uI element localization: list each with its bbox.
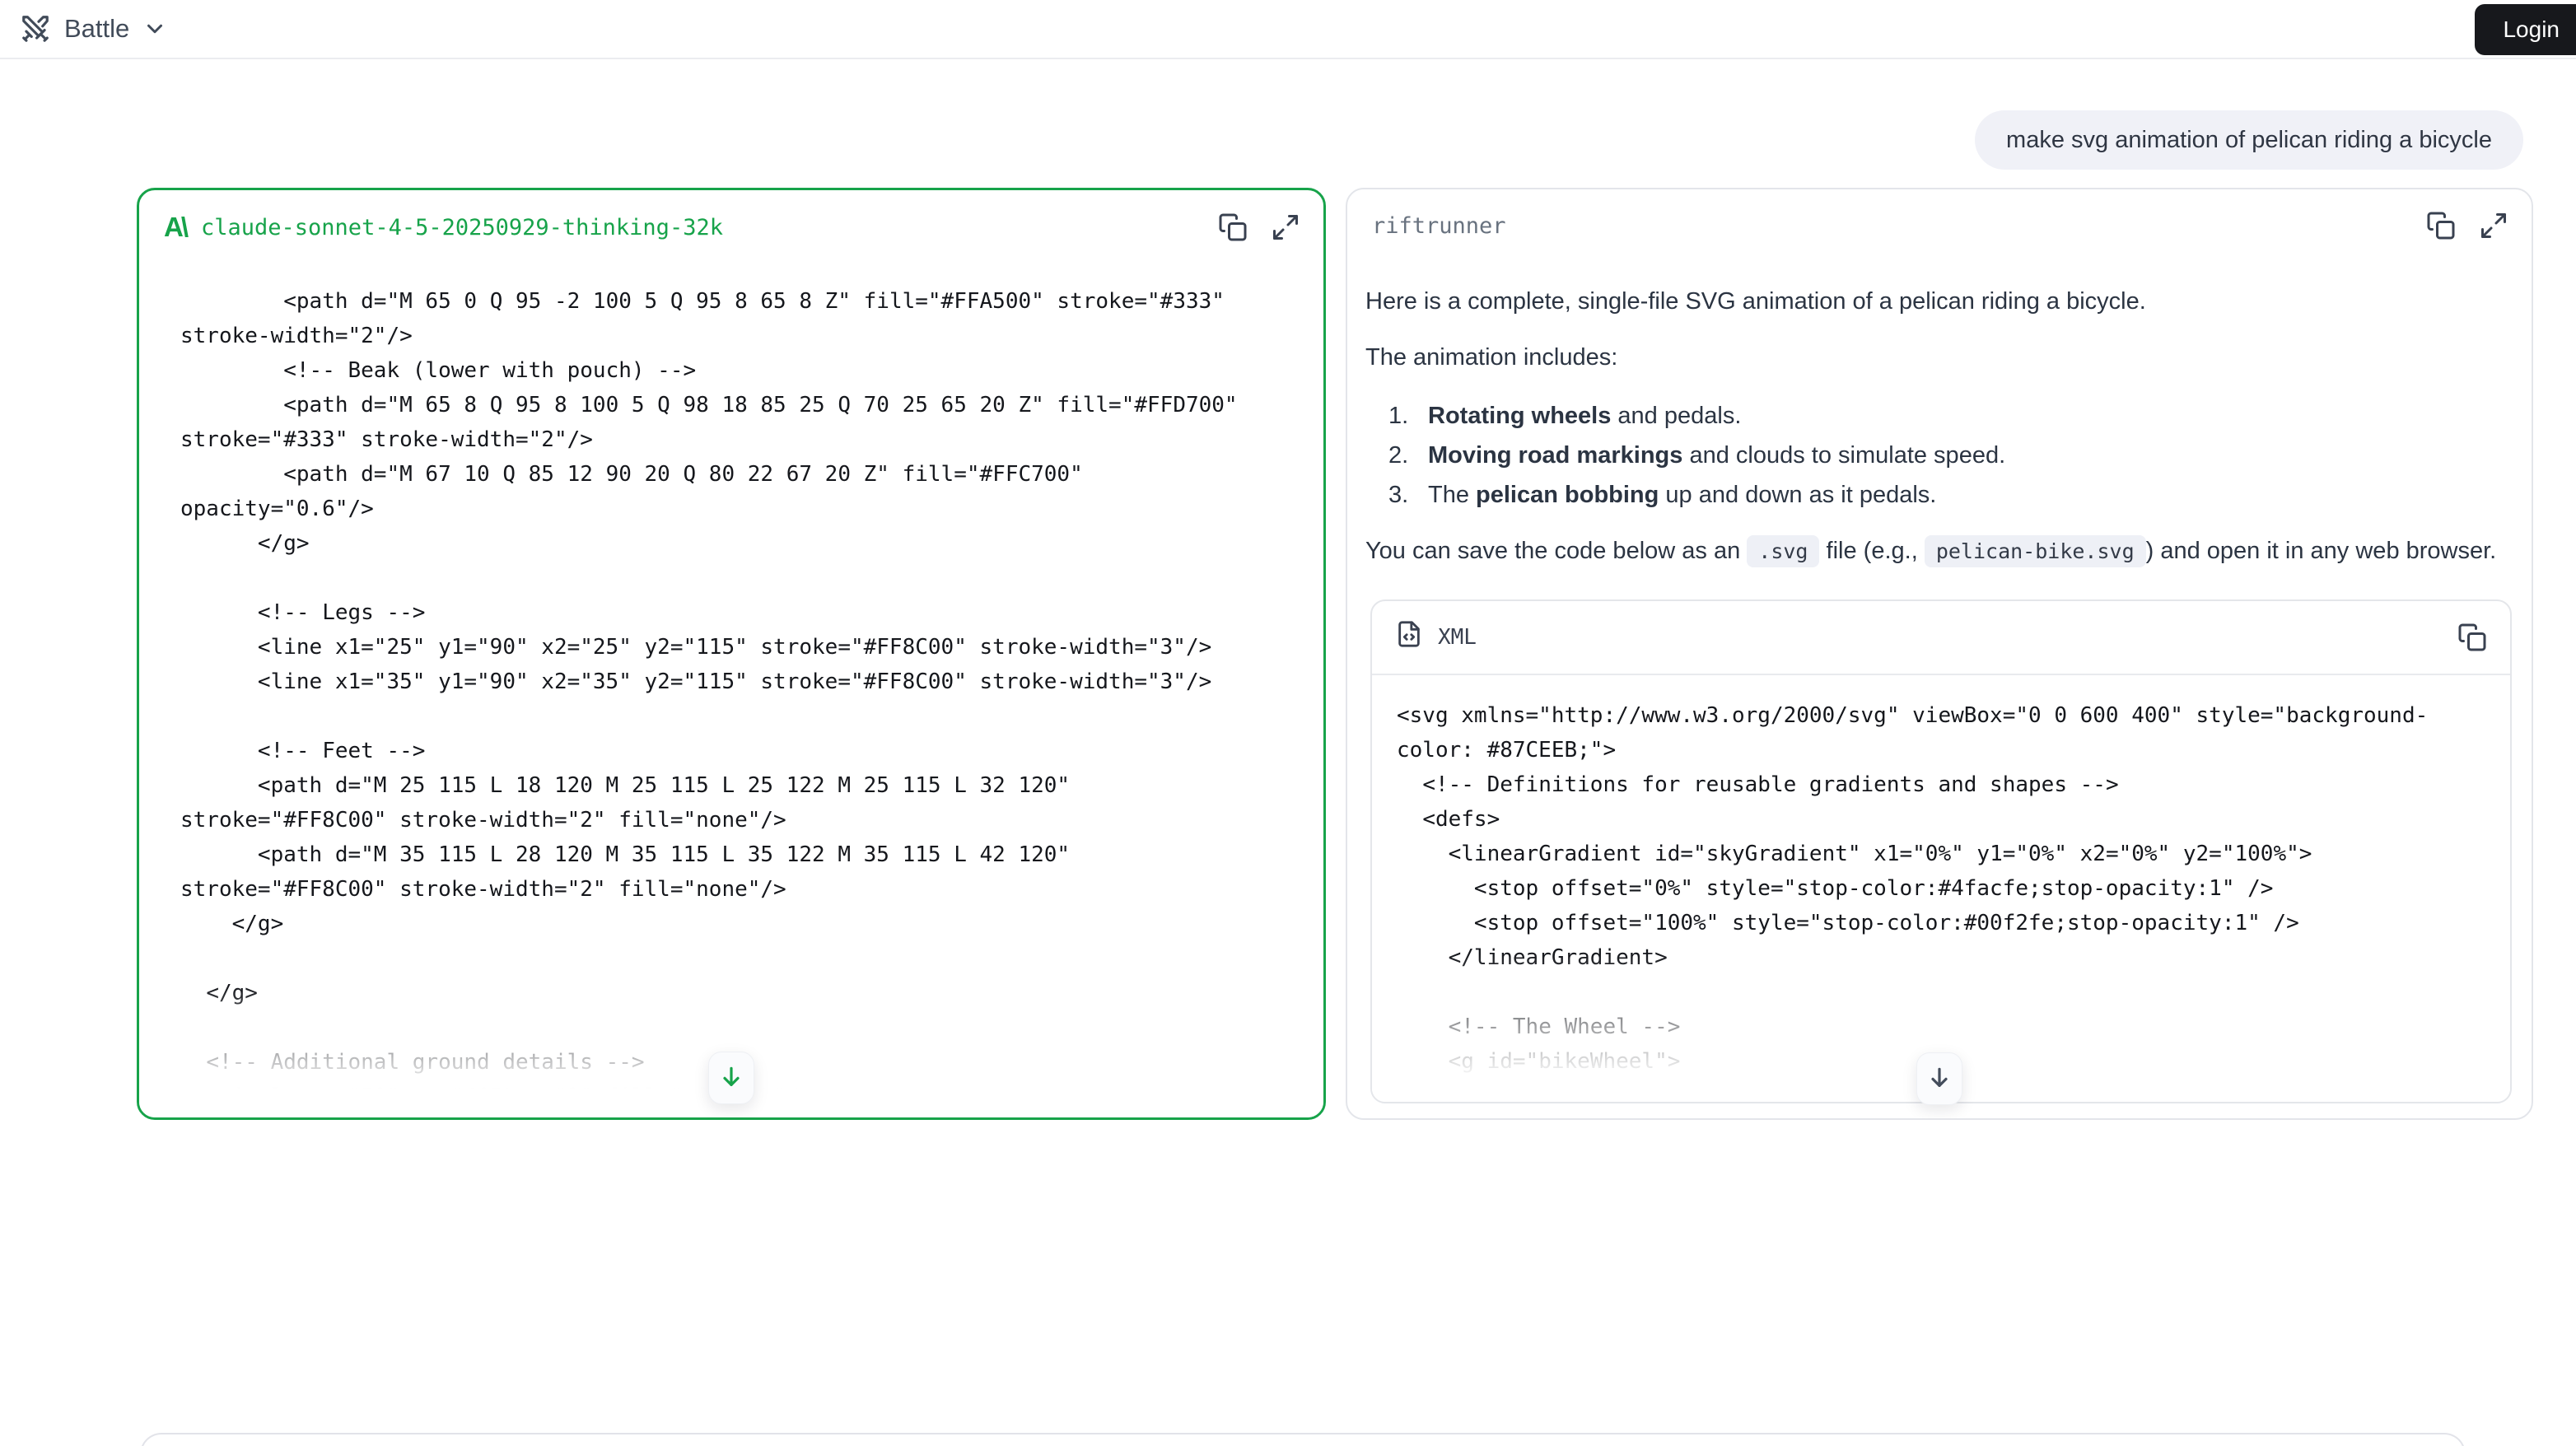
arrow-down-icon <box>1926 1065 1953 1094</box>
model-panel-right: riftrunner Here is a complete, single-fi… <box>1346 188 2533 1120</box>
features-list: 1. Rotating wheels and pedals. 2. Moving… <box>1365 396 2512 515</box>
right-scroll-down-button[interactable] <box>1916 1052 1962 1105</box>
right-response-code: <svg xmlns="http://www.w3.org/2000/svg" … <box>1397 698 2485 1103</box>
list-item: 3. The pelican bobbing up and down as it… <box>1365 475 2512 515</box>
battle-label: Battle <box>64 14 129 44</box>
top-bar: Battle Login <box>0 0 2576 59</box>
left-panel-header: A\ claude-sonnet-4-5-20250929-thinking-3… <box>139 190 1323 250</box>
battle-page: Battle Login make svg animation of pelic… <box>0 0 2576 1446</box>
file-code-icon <box>1395 620 1423 655</box>
left-response-code: <path d="M 65 0 Q 95 -2 100 5 Q 95 8 65 … <box>180 284 1287 1117</box>
inline-code-svg-ext: .svg <box>1747 535 1819 567</box>
right-model-name: riftrunner <box>1372 213 1506 239</box>
left-copy-response-button[interactable] <box>1218 212 1248 242</box>
inline-code-filename: pelican-bike.svg <box>1925 535 2146 567</box>
anthropic-logo-icon: A\ <box>164 212 186 243</box>
model-panel-left: A\ claude-sonnet-4-5-20250929-thinking-3… <box>137 188 1326 1120</box>
code-block-body: <svg xmlns="http://www.w3.org/2000/svg" … <box>1372 675 2510 1103</box>
left-model-id: A\ claude-sonnet-4-5-20250929-thinking-3… <box>164 212 723 243</box>
crossed-swords-icon <box>20 13 51 44</box>
code-language-label: XML <box>1438 625 1477 650</box>
right-copy-response-button[interactable] <box>2426 211 2456 240</box>
list-number: 2. <box>1388 436 1428 475</box>
left-response-scroll-area[interactable]: <path d="M 65 0 Q 95 -2 100 5 Q 95 8 65 … <box>139 273 1323 1117</box>
left-scroll-down-button[interactable] <box>708 1052 754 1104</box>
xml-code-block: XML <svg xmlns="http://www.w3.org/2000/s… <box>1370 599 2512 1103</box>
right-panel-header: riftrunner <box>1347 189 2532 247</box>
code-block-header: XML <box>1372 601 2510 675</box>
login-button[interactable]: Login <box>2475 4 2576 55</box>
arrow-down-icon <box>718 1064 744 1093</box>
left-model-name: claude-sonnet-4-5-20250929-thinking-32k <box>201 215 723 240</box>
right-response-scroll-area[interactable]: Here is a complete, single-file SVG anim… <box>1347 268 2532 1118</box>
save-instructions: You can save the code below as an .svg f… <box>1365 533 2512 570</box>
list-number: 3. <box>1388 475 1428 515</box>
copy-code-button[interactable] <box>2457 623 2487 652</box>
right-model-id: riftrunner <box>1372 213 1506 239</box>
battle-mode-menu[interactable]: Battle <box>20 13 167 44</box>
chat-input-container[interactable] <box>140 1433 2466 1446</box>
list-item: 1. Rotating wheels and pedals. <box>1365 396 2512 436</box>
chevron-down-icon <box>142 16 167 41</box>
user-prompt-bubble: make svg animation of pelican riding a b… <box>1975 110 2523 170</box>
list-number: 1. <box>1388 396 1428 436</box>
left-expand-response-button[interactable] <box>1271 212 1300 242</box>
right-expand-response-button[interactable] <box>2479 211 2508 240</box>
intro-paragraph: Here is a complete, single-file SVG anim… <box>1365 283 2512 320</box>
list-item: 2. Moving road markings and clouds to si… <box>1365 436 2512 475</box>
includes-paragraph: The animation includes: <box>1365 339 2512 375</box>
